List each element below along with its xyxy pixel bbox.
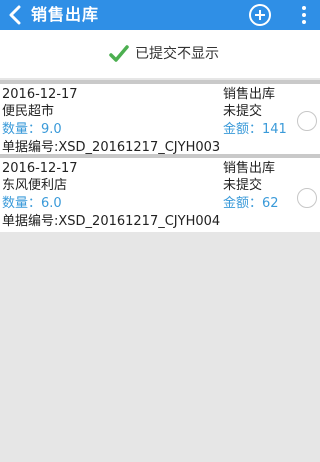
record-date: 2016-12-17 — [2, 87, 78, 102]
chevron-left-icon[interactable] — [6, 5, 24, 25]
record-store: 东风便利店 — [2, 178, 68, 193]
record-date: 2016-12-17 — [2, 161, 78, 176]
record-amount: 金额：141 — [223, 122, 287, 137]
record-card[interactable]: 2016-12-17 销售出库 便民超市 未提交 数量：9.0 金额：141 单… — [0, 80, 320, 158]
record-select-radio[interactable] — [297, 188, 317, 208]
record-type: 销售出库 — [223, 161, 276, 176]
record-status: 未提交 — [223, 104, 263, 119]
record-type: 销售出库 — [223, 87, 276, 102]
record-quantity: 数量：9.0 — [2, 122, 62, 137]
record-status: 未提交 — [223, 178, 263, 193]
record-quantity: 数量：6.0 — [2, 196, 62, 211]
checkmark-icon — [109, 45, 129, 62]
record-select-radio[interactable] — [297, 111, 317, 131]
page-title: 销售出库 — [31, 5, 100, 24]
app-header: 销售出库 — [0, 0, 320, 30]
more-vertical-icon[interactable] — [295, 5, 313, 25]
record-doc-number: 单据编号:XSD_20161217_CJYH004 — [2, 214, 221, 229]
hide-submitted-toggle[interactable]: 已提交不显示 — [0, 30, 320, 78]
record-amount: 金额：62 — [223, 196, 279, 211]
record-store: 便民超市 — [2, 104, 55, 119]
add-circle-icon[interactable] — [248, 3, 272, 27]
record-card[interactable]: 2016-12-17 销售出库 东风便利店 未提交 数量：6.0 金额：62 单… — [0, 154, 320, 232]
hide-submitted-label: 已提交不显示 — [135, 46, 219, 62]
